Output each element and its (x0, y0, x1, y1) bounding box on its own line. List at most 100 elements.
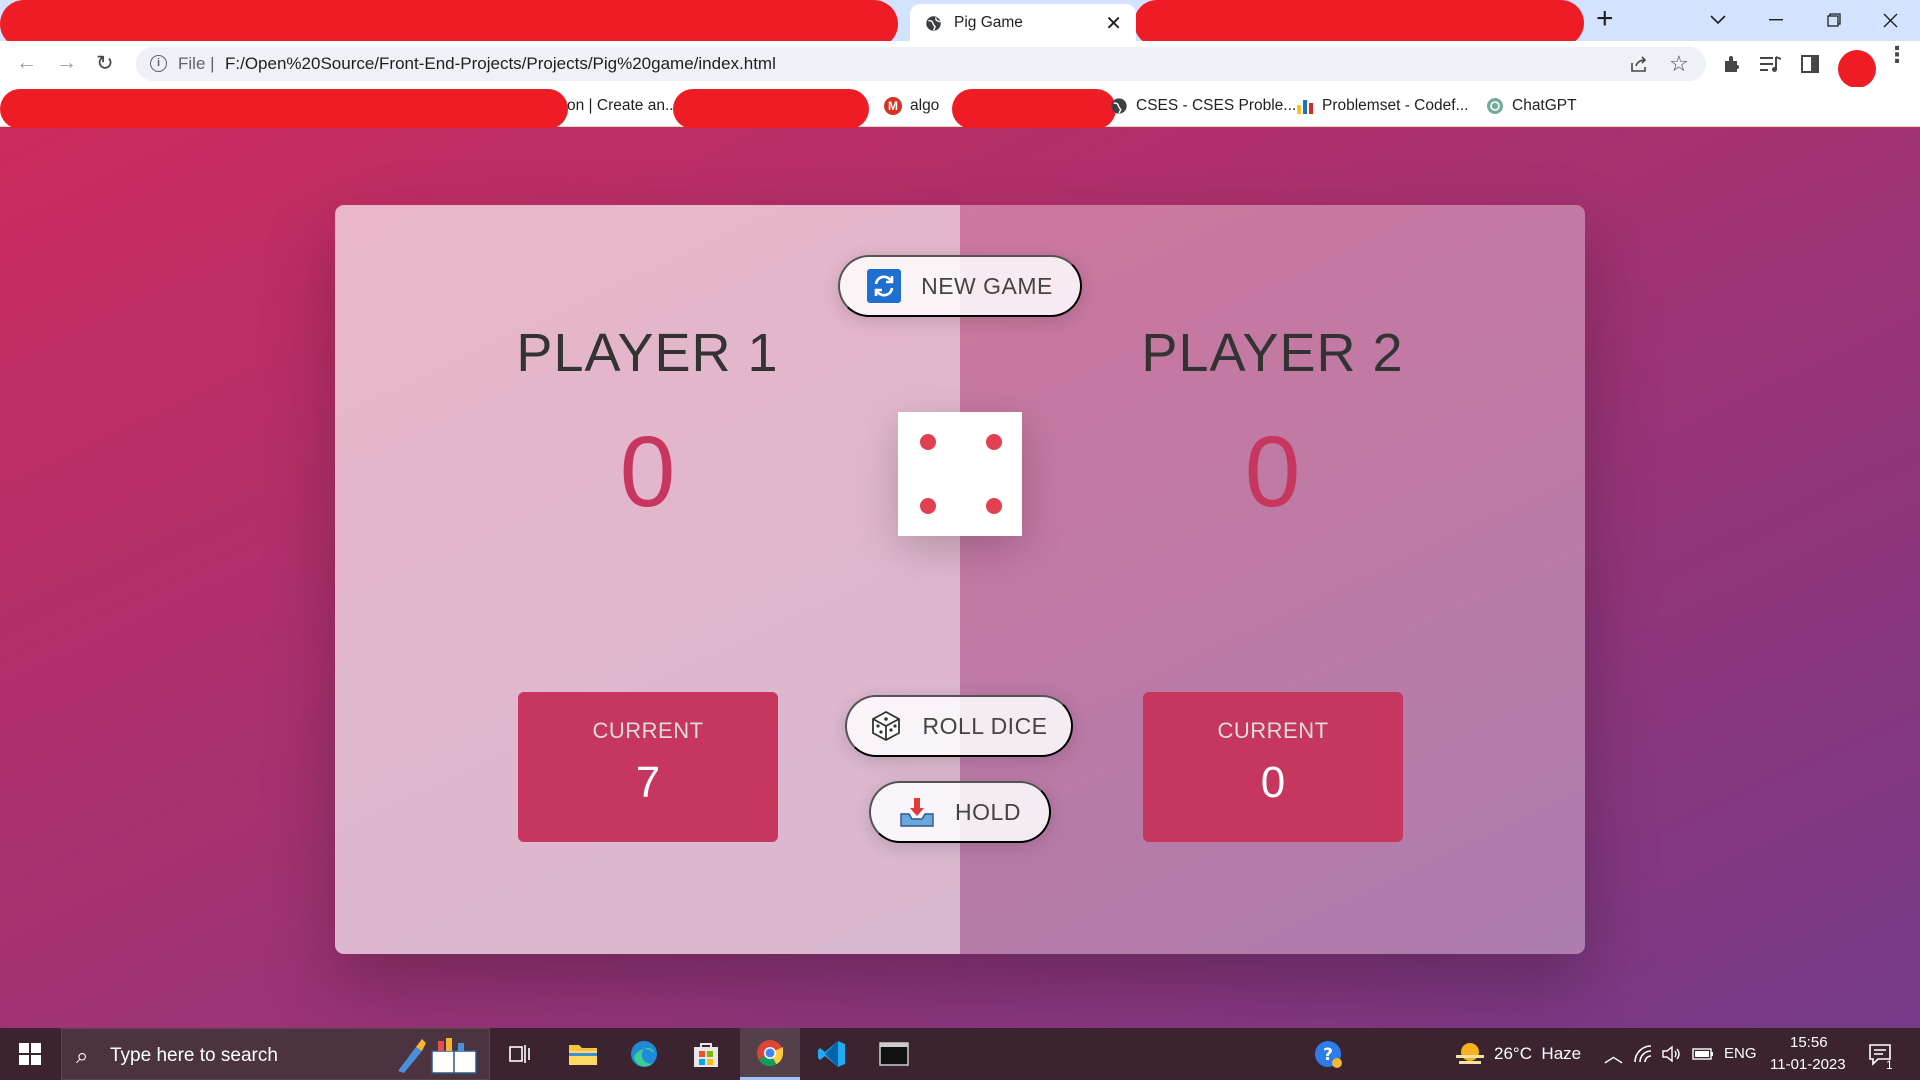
dice (898, 412, 1022, 536)
hold-button[interactable]: HOLD (869, 781, 1051, 843)
tab-pig-game[interactable]: Pig Game ✕ (910, 4, 1136, 41)
tab-close-icon[interactable]: ✕ (1105, 11, 1122, 36)
tab-title: Pig Game (954, 14, 1023, 31)
more-menu-icon[interactable]: ⋮ (1886, 44, 1908, 66)
restore-button[interactable] (1806, 0, 1862, 40)
player-1-current-box: CURRENT 7 (518, 692, 778, 842)
taskbar-search-box[interactable]: ⌕ Type here to search (61, 1028, 490, 1080)
svg-text:?: ? (1323, 1045, 1333, 1065)
redacted-tabs-right (1134, 0, 1584, 46)
profile-avatar[interactable] (1838, 50, 1876, 88)
player-2-score: 0 (1244, 416, 1301, 528)
player-1-current-label: CURRENT (592, 718, 704, 743)
volume-icon[interactable] (1662, 1045, 1682, 1063)
new-tab-button[interactable]: + (1596, 2, 1614, 36)
folder-icon (569, 1045, 597, 1065)
new-game-button[interactable]: NEW GAME (838, 255, 1082, 317)
roll-dice-button[interactable]: ROLL DICE (845, 695, 1073, 757)
bookmarks-bar: on | Create an... M algo CSES - CSES Pro… (0, 87, 1920, 129)
address-bar[interactable]: i File | F:/Open%20Source/Front-End-Proj… (136, 47, 1706, 81)
player-2-current-score: 0 (1260, 758, 1286, 807)
vscode-button[interactable] (802, 1028, 862, 1080)
globe-icon (926, 16, 941, 31)
dice-pip (986, 434, 1002, 450)
bookmark-codeforces[interactable]: Problemset - Codef... (1296, 97, 1468, 115)
player-1-name: PLAYER 1 (516, 323, 779, 383)
gmail-icon: M (884, 97, 902, 115)
bookmark-chatgpt[interactable]: ChatGPT (1486, 97, 1577, 115)
close-window-button[interactable] (1862, 0, 1918, 40)
help-button[interactable]: ? (1298, 1028, 1358, 1080)
terminal-icon (879, 1042, 909, 1066)
globe-icon (1111, 98, 1127, 114)
help-icon: ? (1315, 1041, 1342, 1068)
browser-tab-strip: Pig Game ✕ + (0, 0, 1920, 48)
extensions-icon[interactable] (1722, 54, 1742, 74)
windows-taskbar: ⌕ Type here to search ? 26°C Haze ︿ ENG … (0, 1028, 1920, 1080)
site-info-icon[interactable]: i (150, 55, 167, 72)
vscode-icon (818, 1041, 845, 1067)
file-explorer-button[interactable] (553, 1028, 613, 1080)
haze-weather-icon[interactable] (1454, 1040, 1486, 1068)
language-indicator[interactable]: ENG (1724, 1045, 1757, 1062)
page-background: PLAYER 1 0 CURRENT 7 PLAYER 2 0 CURRENT … (0, 128, 1920, 1028)
edge-icon (631, 1041, 657, 1067)
player-1-current-score: 7 (635, 758, 661, 807)
player-2-current-label: CURRENT (1217, 718, 1329, 743)
bookmark-star-icon[interactable]: ☆ (1669, 51, 1689, 77)
forward-arrow-icon[interactable]: → (56, 51, 77, 75)
store-icon (694, 1043, 718, 1067)
windows-start-button[interactable] (0, 1028, 60, 1080)
browser-toolbar: ← → ↻ i File | F:/Open%20Source/Front-En… (0, 41, 1920, 88)
bookmark-algo[interactable]: M algo (884, 97, 939, 115)
dice-pip (986, 498, 1002, 514)
bookmark-cses[interactable]: CSES - CSES Proble... (1110, 97, 1296, 115)
search-placeholder: Type here to search (110, 1045, 278, 1066)
weather-text[interactable]: 26°C Haze (1494, 1044, 1581, 1064)
player-1-score: 0 (619, 416, 676, 528)
battery-icon[interactable] (1692, 1048, 1714, 1060)
task-view-icon (509, 1045, 530, 1063)
media-queue-icon[interactable] (1760, 55, 1782, 73)
edge-button[interactable] (614, 1028, 674, 1080)
player-1-panel: PLAYER 1 0 CURRENT 7 (335, 205, 960, 954)
url-text[interactable]: F:/Open%20Source/Front-End-Projects/Proj… (225, 54, 776, 74)
redacted-bookmarks-1 (0, 89, 568, 129)
codeforces-icon (1297, 100, 1313, 114)
player-2-panel: PLAYER 2 0 CURRENT 0 (960, 205, 1585, 954)
redacted-bookmarks-2 (673, 89, 869, 129)
side-panel-icon[interactable] (1801, 55, 1819, 73)
roll-dice-label: ROLL DICE (922, 712, 1048, 739)
search-highlight-icon (398, 1038, 477, 1074)
game-board: PLAYER 1 0 CURRENT 7 PLAYER 2 0 CURRENT … (335, 205, 1585, 954)
clock-date[interactable]: 11-01-2023 (1770, 1056, 1846, 1073)
dice-pip (920, 498, 936, 514)
dice-pip (920, 434, 936, 450)
reload-icon[interactable]: ↻ (96, 51, 114, 76)
player-2-name: PLAYER 2 (1141, 323, 1404, 383)
share-icon[interactable] (1630, 55, 1648, 73)
terminal-button[interactable] (864, 1028, 924, 1080)
minimize-button[interactable] (1748, 0, 1804, 40)
back-arrow-icon[interactable]: ← (16, 51, 37, 75)
microsoft-store-button[interactable] (676, 1028, 736, 1080)
windows-logo-icon (19, 1043, 41, 1065)
bookmark-create[interactable]: on | Create an... (567, 97, 678, 115)
new-game-label: NEW GAME (921, 272, 1053, 299)
url-scheme: File | (178, 54, 215, 73)
inbox-download-icon (900, 798, 934, 827)
task-view-button[interactable] (490, 1028, 550, 1080)
search-icon: ⌕ (76, 1043, 89, 1068)
chrome-icon (757, 1039, 784, 1066)
redacted-bookmarks-3 (952, 89, 1116, 129)
player-2-current-box: CURRENT 0 (1143, 692, 1403, 842)
notification-count: 1 (1886, 1058, 1893, 1072)
wifi-icon[interactable] (1634, 1045, 1652, 1063)
chatgpt-icon (1487, 98, 1503, 114)
refresh-icon (867, 269, 902, 303)
clock-time[interactable]: 15:56 (1790, 1034, 1828, 1051)
chrome-button[interactable] (740, 1028, 800, 1080)
tray-chevron-icon[interactable]: ︿ (1604, 1041, 1623, 1068)
tab-search-chevron-icon[interactable] (1690, 0, 1746, 40)
dice-icon (872, 710, 901, 742)
